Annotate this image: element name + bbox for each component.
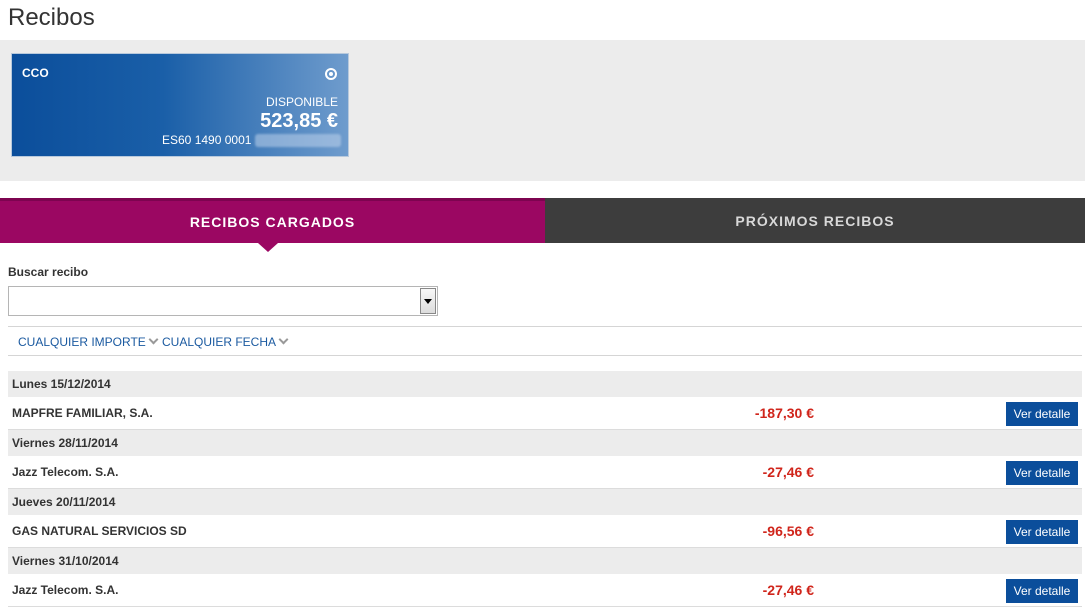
ver-detalle-button[interactable]: Ver detalle: [1006, 461, 1078, 485]
search-input[interactable]: [9, 287, 419, 315]
receipts-tabs: RECIBOS CARGADOS PRÓXIMOS RECIBOS: [0, 198, 1085, 243]
search-combobox: [8, 286, 438, 316]
ver-detalle-button[interactable]: Ver detalle: [1006, 402, 1078, 426]
iban-redacted-blur: [255, 134, 341, 147]
dropdown-arrow-button[interactable]: [420, 288, 436, 314]
receipt-row: MAPFRE FAMILIAR, S.A. -187,30 € Ver deta…: [8, 397, 1082, 430]
date-header: Viernes 28/11/2014: [8, 430, 1082, 456]
filter-amount-dropdown[interactable]: CUALQUIER IMPORTE: [18, 334, 159, 349]
account-iban: ES60 1490 0001: [162, 133, 252, 147]
tab-proximos-recibos[interactable]: PRÓXIMOS RECIBOS: [545, 198, 1085, 243]
date-header: Lunes 15/12/2014: [8, 371, 1082, 397]
radio-selected-icon[interactable]: [325, 68, 337, 80]
receipt-amount: -27,46 €: [762, 582, 814, 598]
chevron-down-icon: [148, 334, 159, 345]
filter-date-label: CUALQUIER FECHA: [162, 335, 277, 349]
ver-detalle-button[interactable]: Ver detalle: [1006, 579, 1078, 603]
available-label: DISPONIBLE: [265, 95, 338, 109]
date-header: Jueves 20/11/2014: [8, 489, 1082, 515]
receipt-row: GAS NATURAL SERVICIOS SD -96,56 € Ver de…: [8, 515, 1082, 548]
receipt-row: Jazz Telecom. S.A. -27,46 € Ver detalle: [8, 456, 1082, 489]
filter-date-dropdown[interactable]: CUALQUIER FECHA: [162, 334, 289, 349]
receipt-payee: MAPFRE FAMILIAR, S.A.: [12, 406, 153, 420]
receipts-list: Lunes 15/12/2014 MAPFRE FAMILIAR, S.A. -…: [8, 371, 1082, 607]
receipt-row: Jazz Telecom. S.A. -27,46 € Ver detalle: [8, 574, 1082, 607]
tab-recibos-cargados[interactable]: RECIBOS CARGADOS: [0, 198, 545, 243]
caret-down-icon: [424, 298, 432, 304]
filter-bar: CUALQUIER IMPORTE CUALQUIER FECHA: [8, 326, 1082, 356]
receipt-payee: Jazz Telecom. S.A.: [12, 583, 119, 597]
receipt-payee: Jazz Telecom. S.A.: [12, 465, 119, 479]
chevron-down-icon: [278, 334, 289, 345]
ver-detalle-button[interactable]: Ver detalle: [1006, 520, 1078, 544]
account-card[interactable]: CCO DISPONIBLE 523,85 € ES60 1490 0001: [11, 53, 349, 157]
date-header: Viernes 31/10/2014: [8, 548, 1082, 574]
receipt-amount: -96,56 €: [762, 523, 814, 539]
receipt-payee: GAS NATURAL SERVICIOS SD: [12, 524, 187, 538]
account-selector-band: CCO DISPONIBLE 523,85 € ES60 1490 0001: [0, 40, 1085, 181]
receipt-amount: -27,46 €: [762, 464, 814, 480]
filter-amount-label: CUALQUIER IMPORTE: [18, 335, 146, 349]
search-label: Buscar recibo: [8, 265, 89, 279]
active-tab-pointer: [258, 243, 278, 252]
account-name: CCO: [22, 66, 49, 80]
page-title: Recibos: [8, 4, 95, 31]
account-balance: 523,85 €: [260, 110, 338, 132]
receipt-amount: -187,30 €: [754, 405, 814, 421]
